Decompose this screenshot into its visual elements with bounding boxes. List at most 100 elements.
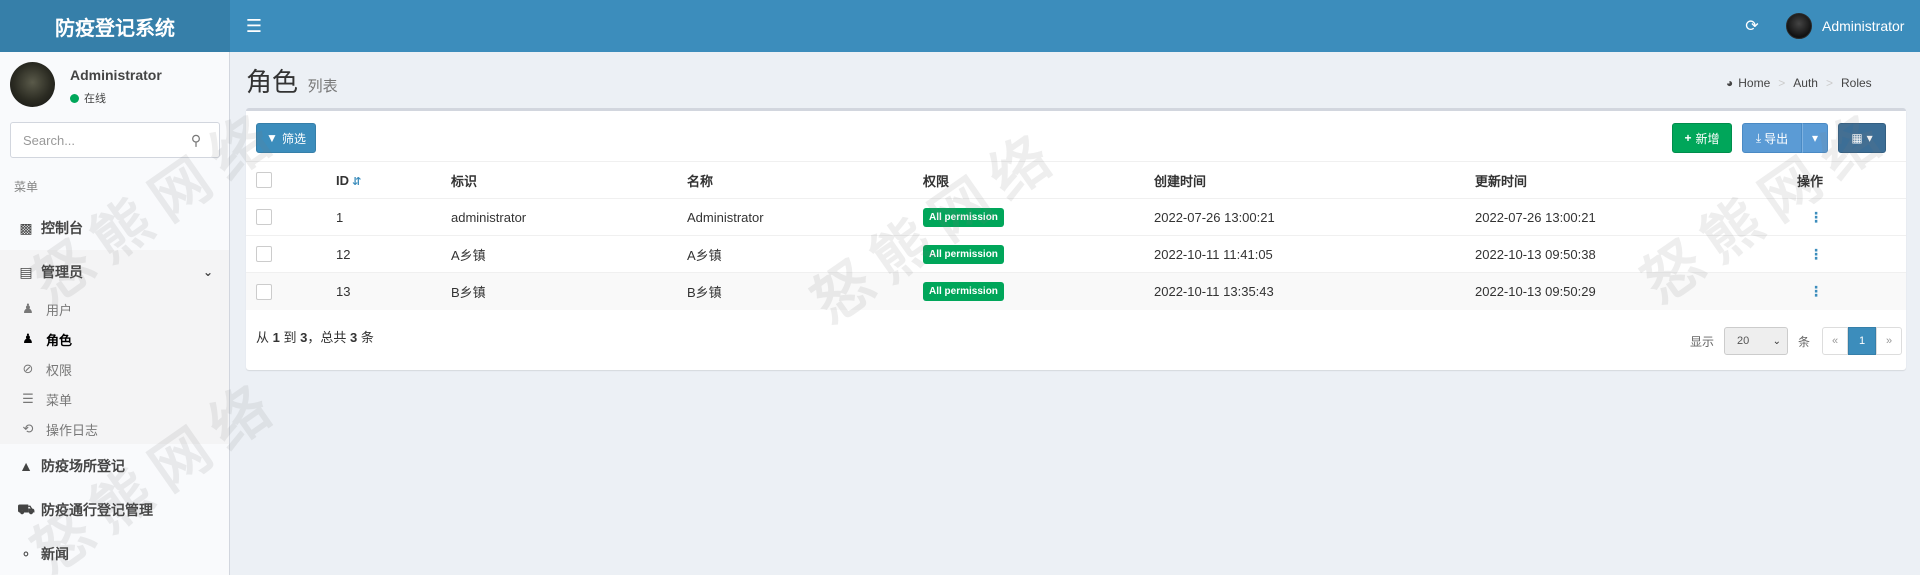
sidebar-item-roles[interactable]: ♟ 角色 bbox=[0, 324, 229, 354]
breadcrumb: ◕ Home > Auth > Roles bbox=[1726, 76, 1872, 90]
sort-icon[interactable]: ⇵ bbox=[352, 176, 361, 188]
ban-icon: ⊘ bbox=[22, 361, 34, 376]
sidebar-item-pass-registration[interactable]: ⛟ 防疫通行登记管理 bbox=[0, 488, 229, 532]
top-user-menu[interactable]: Administrator bbox=[1786, 0, 1904, 52]
more-actions-icon[interactable]: ⋮ bbox=[1809, 209, 1823, 225]
table-row: 13 B乡镇 B乡镇 All permission 2022-10-11 13:… bbox=[246, 272, 1906, 310]
area-chart-icon: ▲ bbox=[19, 458, 33, 474]
cell-updated: 2022-10-13 09:50:38 bbox=[1475, 235, 1797, 273]
row-checkbox[interactable] bbox=[256, 283, 272, 300]
cell-created: 2022-10-11 13:35:43 bbox=[1154, 272, 1475, 310]
sidebar-user-name: Administrator bbox=[70, 67, 162, 83]
sidebar-item-label: 新闻 bbox=[41, 546, 69, 562]
hamburger-icon[interactable]: ☰ bbox=[242, 14, 266, 38]
filter-label: 筛选 bbox=[281, 131, 306, 146]
export-dropdown-toggle[interactable]: ▾ bbox=[1802, 123, 1828, 153]
filter-icon: ▼ bbox=[266, 131, 278, 145]
cell-slug: A乡镇 bbox=[451, 235, 687, 273]
page-title: 角色 bbox=[246, 67, 299, 97]
refresh-icon[interactable]: ⟳ bbox=[1740, 14, 1764, 38]
sidebar-item-label: 防疫场所登记 bbox=[41, 458, 125, 474]
sidebar-item-label: 控制台 bbox=[41, 220, 83, 236]
page-subtitle: 列表 bbox=[307, 78, 338, 95]
new-label: 新增 bbox=[1695, 131, 1720, 146]
cell-created: 2022-07-26 13:00:21 bbox=[1154, 198, 1475, 236]
breadcrumb-roles: Roles bbox=[1840, 76, 1872, 90]
select-all-checkbox[interactable] bbox=[256, 172, 272, 189]
user-status: 在线 bbox=[70, 90, 106, 106]
sidebar-item-label: 操作日志 bbox=[46, 422, 99, 438]
breadcrumb-separator: > bbox=[1778, 76, 1786, 90]
caret-down-icon: ▾ bbox=[1811, 131, 1819, 145]
plus-icon: + bbox=[1684, 131, 1692, 145]
more-actions-icon[interactable]: ⋮ bbox=[1809, 283, 1823, 299]
app-logo[interactable]: 防疫登记系统 bbox=[0, 0, 230, 52]
car-icon: ⛟ bbox=[17, 500, 35, 517]
server-icon: ▤ bbox=[19, 263, 33, 280]
online-dot-icon bbox=[70, 93, 79, 103]
cell-created: 2022-10-11 11:41:05 bbox=[1154, 235, 1475, 273]
sidebar-item-admin[interactable]: ▤ 管理员 ⌄ bbox=[0, 250, 229, 294]
column-header-created: 创建时间 bbox=[1154, 161, 1475, 199]
search-input[interactable] bbox=[11, 123, 181, 157]
row-checkbox[interactable] bbox=[256, 209, 272, 226]
filter-button[interactable]: ▼ 筛选 bbox=[256, 123, 316, 153]
table-row: 12 A乡镇 A乡镇 All permission 2022-10-11 11:… bbox=[246, 235, 1906, 273]
current-page-button[interactable]: 1 bbox=[1848, 327, 1877, 355]
prev-page-button[interactable]: « bbox=[1822, 327, 1849, 355]
more-actions-icon[interactable]: ⋮ bbox=[1809, 246, 1823, 262]
sidebar-item-venue-registration[interactable]: ▲ 防疫场所登记 bbox=[0, 444, 229, 488]
chevron-down-icon: ⌄ bbox=[202, 265, 213, 279]
permission-badge: All permission bbox=[923, 281, 1004, 301]
bar-chart-icon: ▩ bbox=[19, 219, 33, 236]
sidebar-item-label: 角色 bbox=[46, 332, 73, 348]
sidebar-item-permissions[interactable]: ⊘ 权限 bbox=[0, 354, 229, 384]
table-header-row: ID ⇵ 标识 名称 权限 创建时间 更新时间 操作 bbox=[246, 161, 1906, 199]
sidebar-nav: ▩ 控制台 ▤ 管理员 ⌄ ♟ 用户 ♟ 角色 ⊘ 权限 ☰ 菜单 ⟲ 操作日志… bbox=[0, 206, 229, 575]
sidebar: Administrator 在线 ⚲ 菜单 ▩ 控制台 ▤ 管理员 ⌄ ♟ 用户… bbox=[0, 52, 230, 575]
cell-name: Administrator bbox=[687, 198, 923, 236]
show-label: 显示 bbox=[1690, 334, 1715, 349]
chevron-down-icon: ⌄ bbox=[1772, 335, 1782, 347]
new-button[interactable]: + 新增 bbox=[1672, 123, 1732, 153]
sidebar-item-operation-log[interactable]: ⟲ 操作日志 bbox=[0, 414, 229, 444]
top-user-name: Administrator bbox=[1822, 18, 1905, 34]
sidebar-item-dashboard[interactable]: ▩ 控制台 bbox=[0, 206, 229, 250]
bell-icon: ⚬ bbox=[20, 545, 32, 562]
export-button[interactable]: ⤓ 导出 bbox=[1742, 123, 1802, 153]
cell-id: 12 bbox=[336, 235, 451, 273]
pagination: 显示 20 ⌄ 条 « 1 » bbox=[1690, 326, 1903, 356]
avatar bbox=[10, 62, 55, 107]
column-header-id[interactable]: ID ⇵ bbox=[336, 161, 451, 199]
roles-panel: ▼ 筛选 + 新增 ⤓ 导出 ▾ ▦ ▾ ID ⇵ 标识 名称 权限 创建时间 更… bbox=[246, 108, 1906, 370]
columns-selector-button[interactable]: ▦ ▾ bbox=[1838, 123, 1886, 153]
cell-id: 13 bbox=[336, 272, 451, 310]
sidebar-item-users[interactable]: ♟ 用户 bbox=[0, 294, 229, 324]
cell-slug: B乡镇 bbox=[451, 272, 687, 310]
sidebar-item-label: 权限 bbox=[46, 362, 73, 378]
sidebar-item-news[interactable]: ⚬ 新闻 bbox=[0, 532, 229, 575]
sidebar-item-label: 管理员 bbox=[41, 264, 83, 280]
cell-updated: 2022-10-13 09:50:29 bbox=[1475, 272, 1797, 310]
top-navbar: 防疫登记系统 ☰ ⟳ Administrator bbox=[0, 0, 1920, 52]
cell-id: 1 bbox=[336, 198, 451, 236]
sidebar-item-label: 防疫通行登记管理 bbox=[41, 502, 153, 518]
breadcrumb-separator: > bbox=[1825, 76, 1833, 90]
user-icon: ♟ bbox=[22, 331, 34, 346]
cell-updated: 2022-07-26 13:00:21 bbox=[1475, 198, 1797, 236]
breadcrumb-home[interactable]: Home bbox=[1738, 76, 1770, 90]
next-page-button[interactable]: » bbox=[1876, 327, 1903, 355]
roles-table: ID ⇵ 标识 名称 权限 创建时间 更新时间 操作 1 administrato… bbox=[246, 161, 1906, 310]
permission-badge: All permission bbox=[923, 244, 1004, 264]
per-page-select[interactable]: 20 ⌄ bbox=[1724, 327, 1789, 355]
breadcrumb-auth[interactable]: Auth bbox=[1793, 76, 1818, 90]
export-label: 导出 bbox=[1764, 131, 1789, 146]
sidebar-search: ⚲ bbox=[10, 122, 220, 158]
cell-slug: administrator bbox=[451, 198, 687, 236]
search-icon[interactable]: ⚲ bbox=[181, 123, 211, 157]
users-icon: ♟ bbox=[22, 301, 34, 316]
row-checkbox[interactable] bbox=[256, 246, 272, 263]
table-icon: ▦ bbox=[1851, 131, 1863, 145]
sidebar-item-menu[interactable]: ☰ 菜单 bbox=[0, 384, 229, 414]
table-row: 1 administrator Administrator All permis… bbox=[246, 198, 1906, 236]
